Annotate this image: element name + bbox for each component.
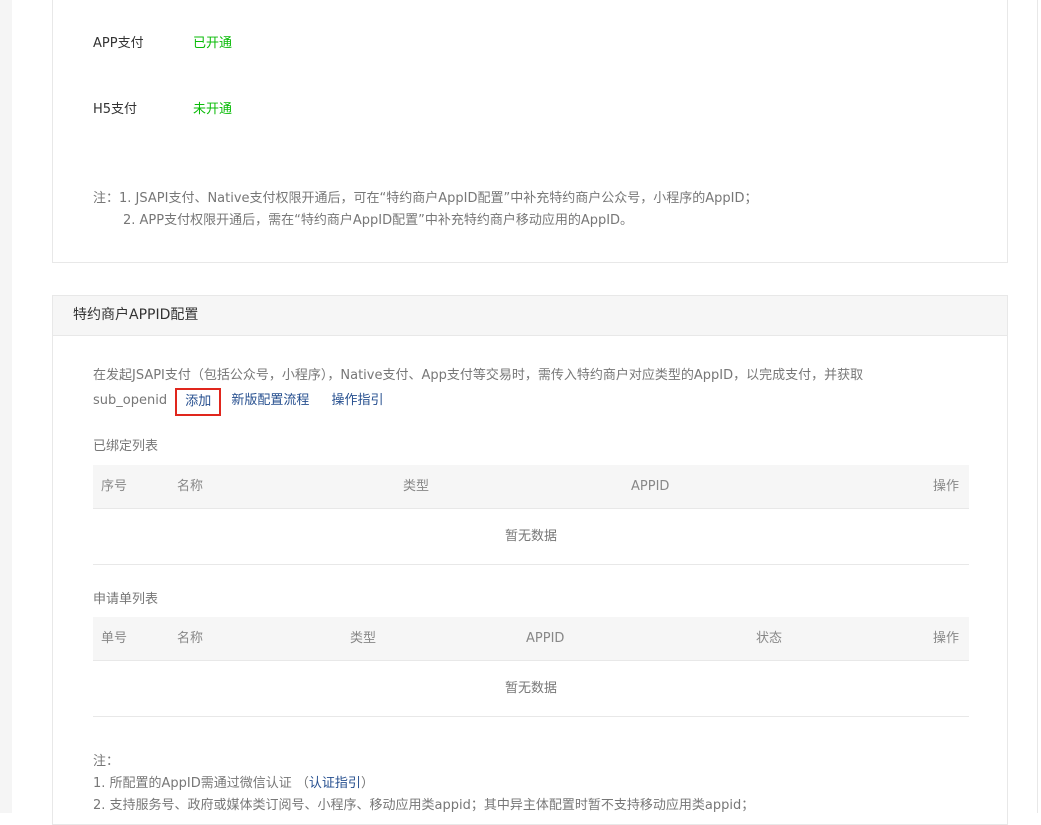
pay-method-label: H5支付 (93, 102, 138, 117)
add-link[interactable]: 添加 (185, 394, 211, 409)
empty-row: 暂无数据 (93, 509, 969, 565)
note-line: 2. APP支付权限开通后，需在“特约商户AppID配置”中补充特约商户移动应用… (123, 213, 634, 228)
appid-notes: 注： 1. 所配置的AppID需通过微信认证 （认证指引） 2. 支持服务号、政… (93, 751, 754, 817)
add-highlight: 添加 (175, 388, 222, 416)
new-config-flow-link[interactable]: 新版配置流程 (231, 393, 309, 408)
pay-status-disabled: 未开通 (193, 102, 233, 117)
pay-method-label: APP支付 (93, 36, 144, 51)
empty-row: 暂无数据 (93, 661, 969, 717)
payment-permissions-panel: APP支付 已开通 H5支付 未开通 注：1. JSAPI支付、Native支付… (52, 0, 1008, 263)
column-header: 类型 (350, 631, 377, 646)
bound-list-title: 已绑定列表 (93, 439, 159, 454)
note-line: 2. 支持服务号、政府或媒体类订阅号、小程序、移动应用类appid；其中异主体配… (93, 798, 755, 813)
table-header: 单号 名称 类型 APPID 状态 操作 (93, 617, 969, 661)
column-header: 序号 (101, 479, 128, 494)
note-line: 1. 所配置的AppID需通过微信认证 （ (93, 776, 309, 791)
description-text: sub_openid (93, 393, 168, 408)
note-prefix: 注： (93, 191, 120, 206)
apply-list-title: 申请单列表 (93, 592, 159, 607)
bound-list-table: 序号 名称 类型 APPID 操作 暂无数据 (93, 465, 969, 565)
right-divider (1037, 0, 1038, 813)
note-line-end: ） (360, 776, 374, 791)
column-header: 操作 (932, 631, 959, 646)
note-prefix: 注： (93, 754, 120, 769)
apply-list-table: 单号 名称 类型 APPID 状态 操作 暂无数据 (93, 617, 969, 717)
note-line: 1. JSAPI支付、Native支付权限开通后，可在“特约商户AppID配置”… (119, 191, 758, 206)
appid-description: 在发起JSAPI支付（包括公众号，小程序），Native支付、App支付等交易时… (93, 365, 973, 416)
column-header: 类型 (403, 479, 430, 494)
appid-config-panel: 特约商户APPID配置 在发起JSAPI支付（包括公众号，小程序），Native… (52, 295, 1008, 825)
column-header: 单号 (101, 631, 128, 646)
table-header: 序号 名称 类型 APPID 操作 (93, 465, 969, 509)
left-sidebar-strip (0, 0, 12, 813)
column-header: 名称 (177, 479, 204, 494)
column-header: APPID (526, 631, 565, 646)
permissions-notes: 注：1. JSAPI支付、Native支付权限开通后，可在“特约商户AppID配… (93, 188, 758, 232)
operation-guide-link[interactable]: 操作指引 (332, 393, 384, 408)
pay-status-enabled: 已开通 (193, 36, 233, 51)
description-text: 在发起JSAPI支付（包括公众号，小程序），Native支付、App支付等交易时… (93, 368, 864, 383)
column-header: 操作 (932, 479, 959, 494)
column-header: APPID (631, 479, 670, 494)
panel-title: 特约商户APPID配置 (53, 296, 1007, 336)
certification-guide-link[interactable]: 认证指引 (309, 776, 361, 791)
column-header: 名称 (177, 631, 204, 646)
column-header: 状态 (756, 631, 783, 646)
